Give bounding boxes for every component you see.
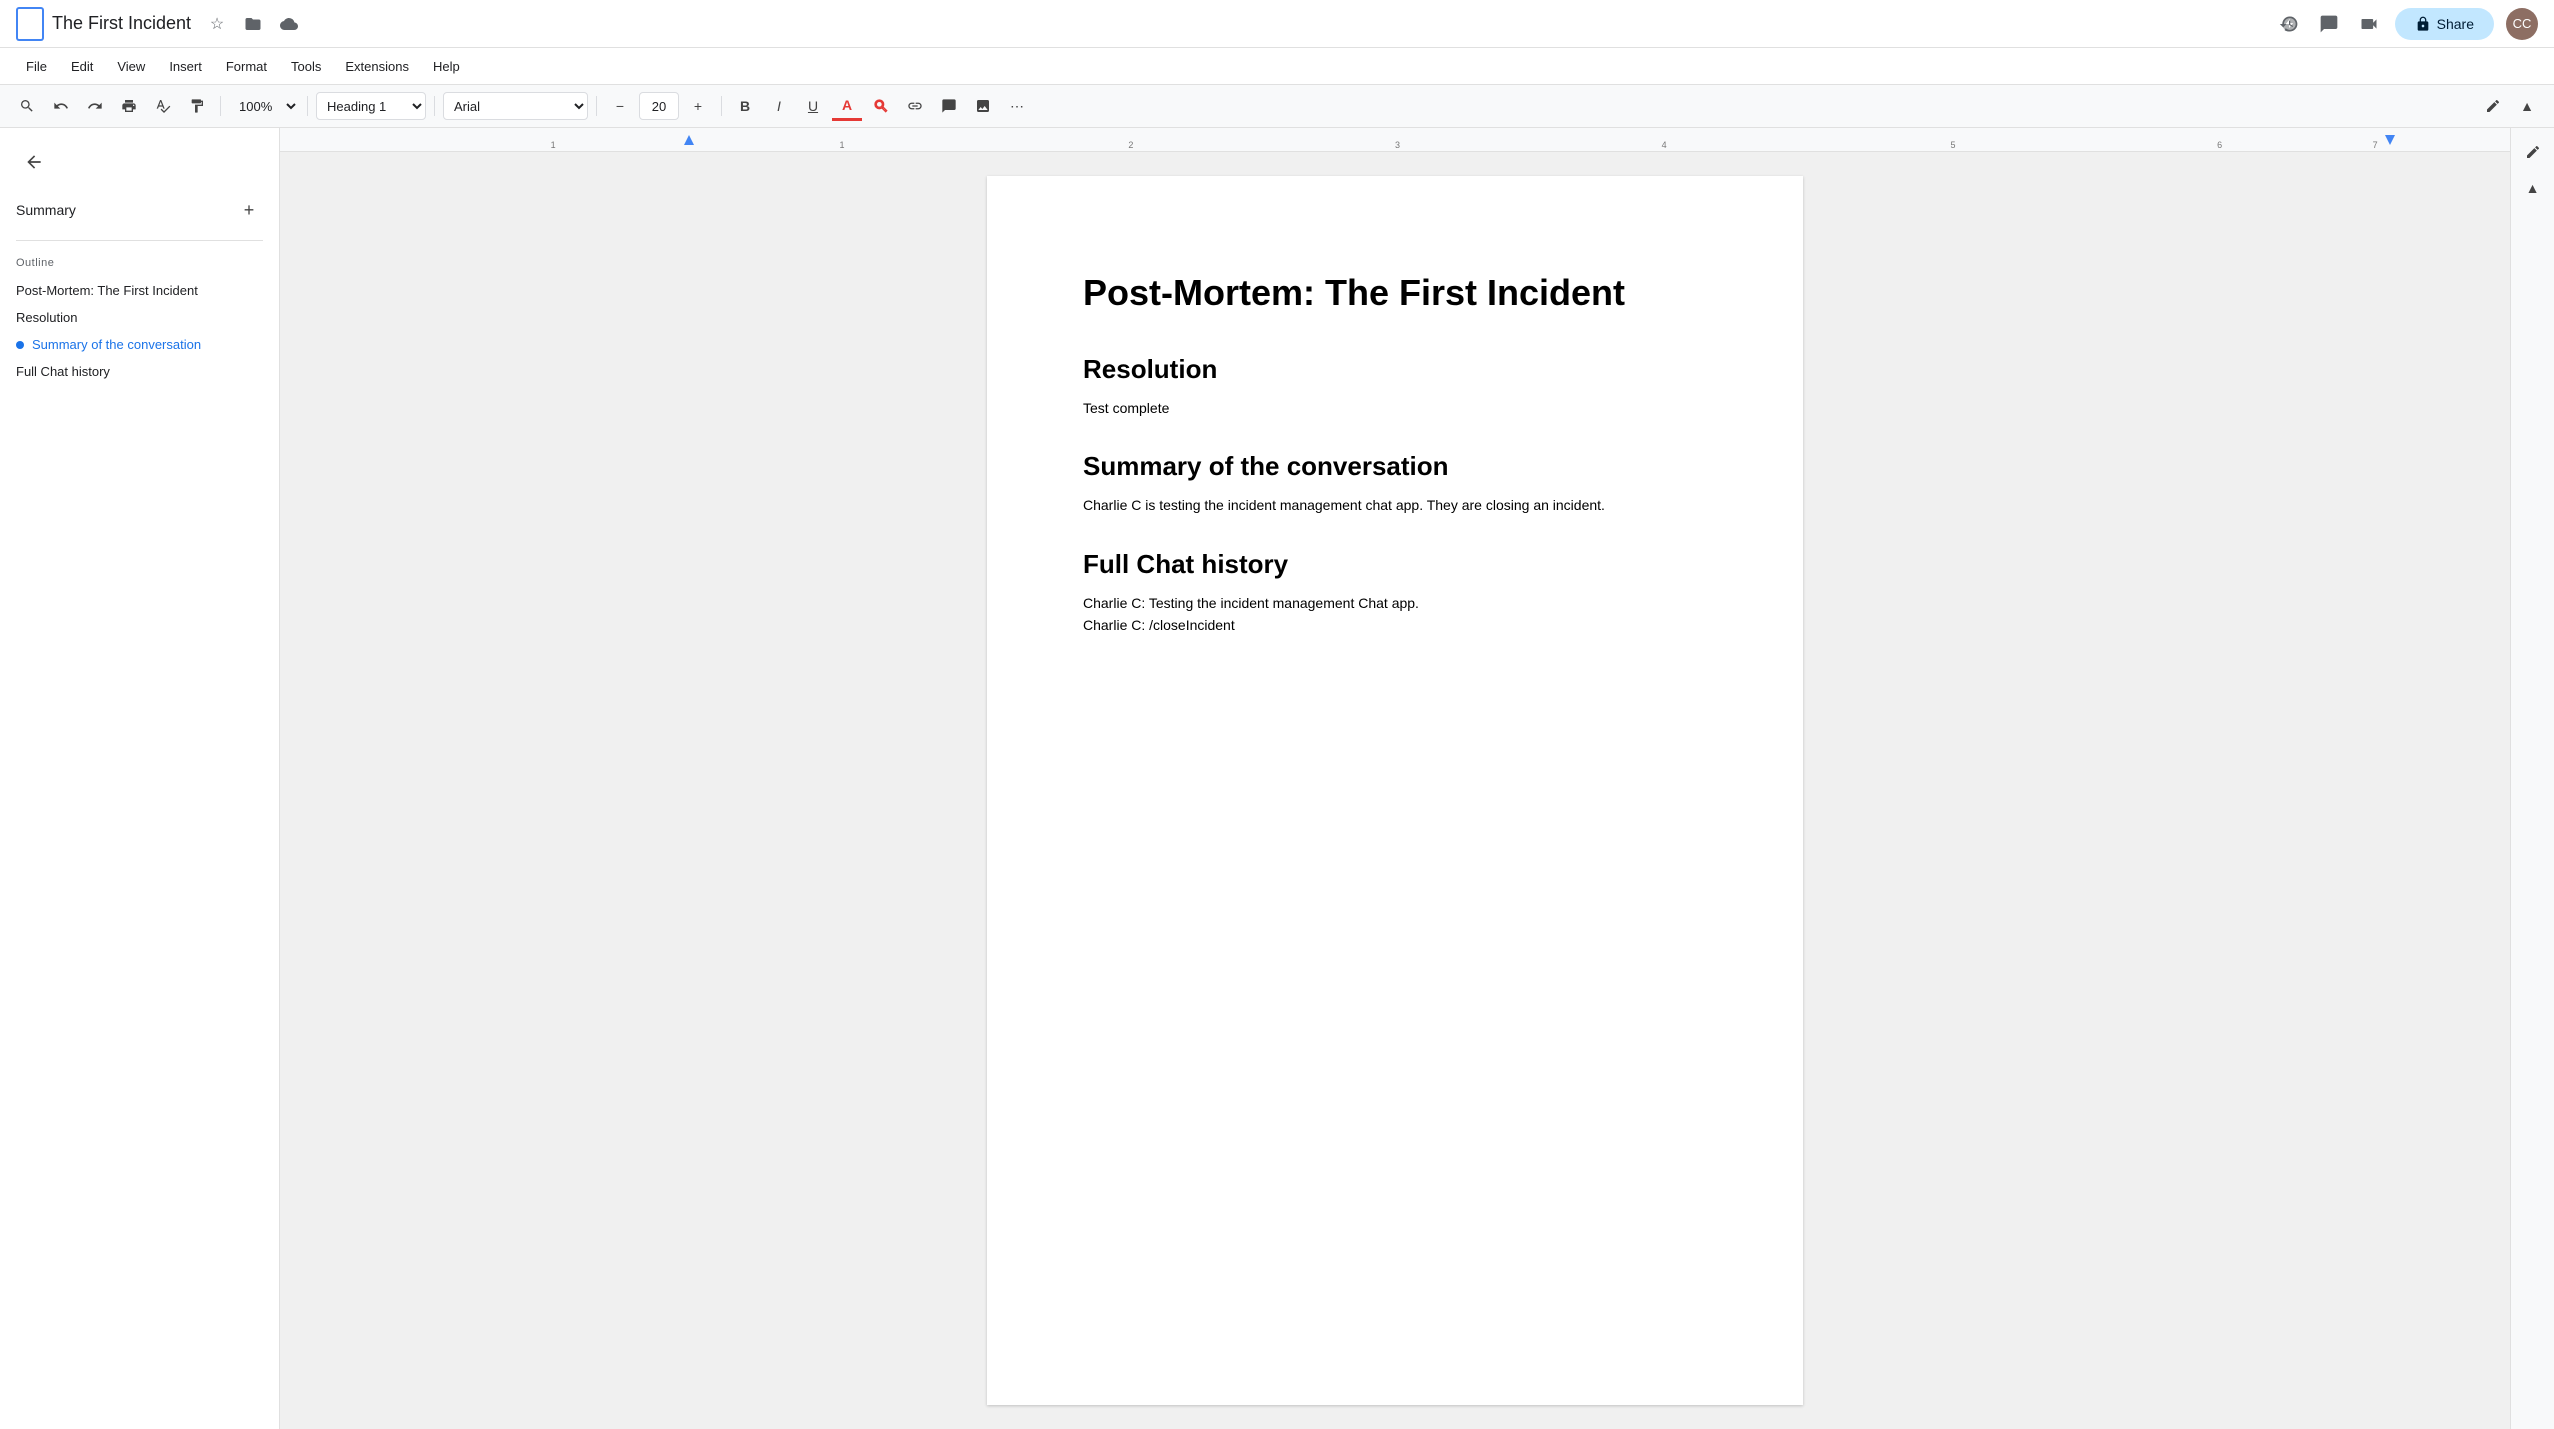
heading-resolution: Resolution <box>1083 354 1707 385</box>
star-button[interactable]: ☆ <box>203 10 231 38</box>
body-summary: Charlie C is testing the incident manage… <box>1083 494 1707 516</box>
search-toolbar-button[interactable] <box>12 91 42 121</box>
sidebar-summary-label: Summary <box>16 202 76 218</box>
avatar[interactable]: CC <box>2506 8 2538 40</box>
link-button[interactable] <box>900 91 930 121</box>
share-button[interactable]: Share <box>2395 8 2494 40</box>
outline-item-label-full-chat: Full Chat history <box>16 364 110 379</box>
body-summary-line-1: Charlie C is testing the incident manage… <box>1083 497 1605 513</box>
header-right: Share CC <box>2275 8 2538 40</box>
more-button[interactable]: ⋯ <box>1002 91 1032 121</box>
outline-item-label-main-title: Post-Mortem: The First Incident <box>16 283 198 298</box>
page-container[interactable]: Post-Mortem: The First Incident Resoluti… <box>280 152 2510 1429</box>
print-button[interactable] <box>114 91 144 121</box>
right-toolbar: ▲ <box>2510 128 2554 1429</box>
italic-button[interactable]: I <box>764 91 794 121</box>
menu-edit[interactable]: Edit <box>61 55 103 78</box>
doc-icon <box>16 7 44 41</box>
document-title: The First Incident <box>52 13 191 34</box>
title-bar: The First Incident ☆ Share CC <box>0 0 2554 48</box>
highlight-button[interactable] <box>866 91 896 121</box>
menu-format[interactable]: Format <box>216 55 277 78</box>
menu-view[interactable]: View <box>107 55 155 78</box>
video-button[interactable] <box>2355 10 2383 38</box>
body-resolution: Test complete <box>1083 397 1707 419</box>
document-area: 1 1 2 3 4 5 6 7 Post-Mortem: The First <box>280 128 2510 1429</box>
ruler: 1 1 2 3 4 5 6 7 <box>280 128 2510 152</box>
toolbar: 100% 75% 125% 150% Heading 1 Normal text… <box>0 84 2554 128</box>
menu-file[interactable]: File <box>16 55 57 78</box>
comment-toolbar-button[interactable] <box>934 91 964 121</box>
section-summary: Summary of the conversation Charlie C is… <box>1083 451 1707 516</box>
history-button[interactable] <box>2275 10 2303 38</box>
divider-1 <box>220 96 221 116</box>
outline-item-main-title[interactable]: Post-Mortem: The First Incident <box>0 277 279 304</box>
heading-full-chat: Full Chat history <box>1083 549 1707 580</box>
edit-mode-button[interactable] <box>2478 91 2508 121</box>
divider-4 <box>596 96 597 116</box>
body-full-chat: Charlie C: Testing the incident manageme… <box>1083 592 1707 637</box>
outline-item-resolution[interactable]: Resolution <box>0 304 279 331</box>
sidebar-add-button[interactable]: + <box>235 196 263 224</box>
folder-button[interactable] <box>239 10 267 38</box>
sidebar-summary-row: Summary + <box>0 192 279 228</box>
font-select[interactable]: Arial Times New Roman Georgia Verdana <box>443 92 588 120</box>
divider-3 <box>434 96 435 116</box>
divider-2 <box>307 96 308 116</box>
section-full-chat: Full Chat history Charlie C: Testing the… <box>1083 549 1707 637</box>
right-edit-button[interactable] <box>2517 136 2549 168</box>
right-collapse-button[interactable]: ▲ <box>2517 172 2549 204</box>
menu-help[interactable]: Help <box>423 55 470 78</box>
active-outline-indicator <box>16 341 24 349</box>
title-icons: ☆ <box>203 10 303 38</box>
outline-label: Outline <box>0 257 279 269</box>
body-full-chat-line-1: Charlie C: Testing the incident manageme… <box>1083 592 1707 614</box>
bold-button[interactable]: B <box>730 91 760 121</box>
menu-insert[interactable]: Insert <box>159 55 212 78</box>
image-button[interactable] <box>968 91 998 121</box>
menu-extensions[interactable]: Extensions <box>335 55 419 78</box>
share-label: Share <box>2437 16 2474 32</box>
ruler-inner: 1 1 2 3 4 5 6 7 <box>284 128 2506 151</box>
sidebar: Summary + Outline Post-Mortem: The First… <box>0 128 280 1429</box>
paint-format-button[interactable] <box>182 91 212 121</box>
style-select[interactable]: Heading 1 Normal text Heading 2 Heading … <box>316 92 426 120</box>
comment-button[interactable] <box>2315 10 2343 38</box>
font-size-increase-button[interactable]: + <box>683 91 713 121</box>
font-size-input[interactable]: 20 <box>639 92 679 120</box>
spellcheck-button[interactable] <box>148 91 178 121</box>
main-area: Summary + Outline Post-Mortem: The First… <box>0 128 2554 1429</box>
menu-bar: File Edit View Insert Format Tools Exten… <box>0 48 2554 84</box>
document-page[interactable]: Post-Mortem: The First Incident Resoluti… <box>987 176 1803 1405</box>
outline-item-label-resolution: Resolution <box>16 310 77 325</box>
cloud-button[interactable] <box>275 10 303 38</box>
section-resolution: Resolution Test complete <box>1083 354 1707 419</box>
text-color-button[interactable]: A <box>832 91 862 121</box>
undo-button[interactable] <box>46 91 76 121</box>
outline-item-summary[interactable]: Summary of the conversation <box>0 331 279 358</box>
document-main-title: Post-Mortem: The First Incident <box>1083 272 1707 314</box>
outline-item-full-chat[interactable]: Full Chat history <box>0 358 279 385</box>
body-full-chat-line-2: Charlie C: /closeIncident <box>1083 614 1707 636</box>
divider-5 <box>721 96 722 116</box>
zoom-select[interactable]: 100% 75% 125% 150% <box>229 96 299 117</box>
body-resolution-line-1: Test complete <box>1083 400 1169 416</box>
font-size-decrease-button[interactable]: − <box>605 91 635 121</box>
menu-tools[interactable]: Tools <box>281 55 331 78</box>
collapse-toolbar-button[interactable]: ▲ <box>2512 91 2542 121</box>
heading-summary: Summary of the conversation <box>1083 451 1707 482</box>
underline-button[interactable]: U <box>798 91 828 121</box>
sidebar-divider <box>16 240 263 241</box>
sidebar-back-button[interactable] <box>16 144 52 180</box>
outline-item-label-summary: Summary of the conversation <box>32 337 201 352</box>
redo-button[interactable] <box>80 91 110 121</box>
